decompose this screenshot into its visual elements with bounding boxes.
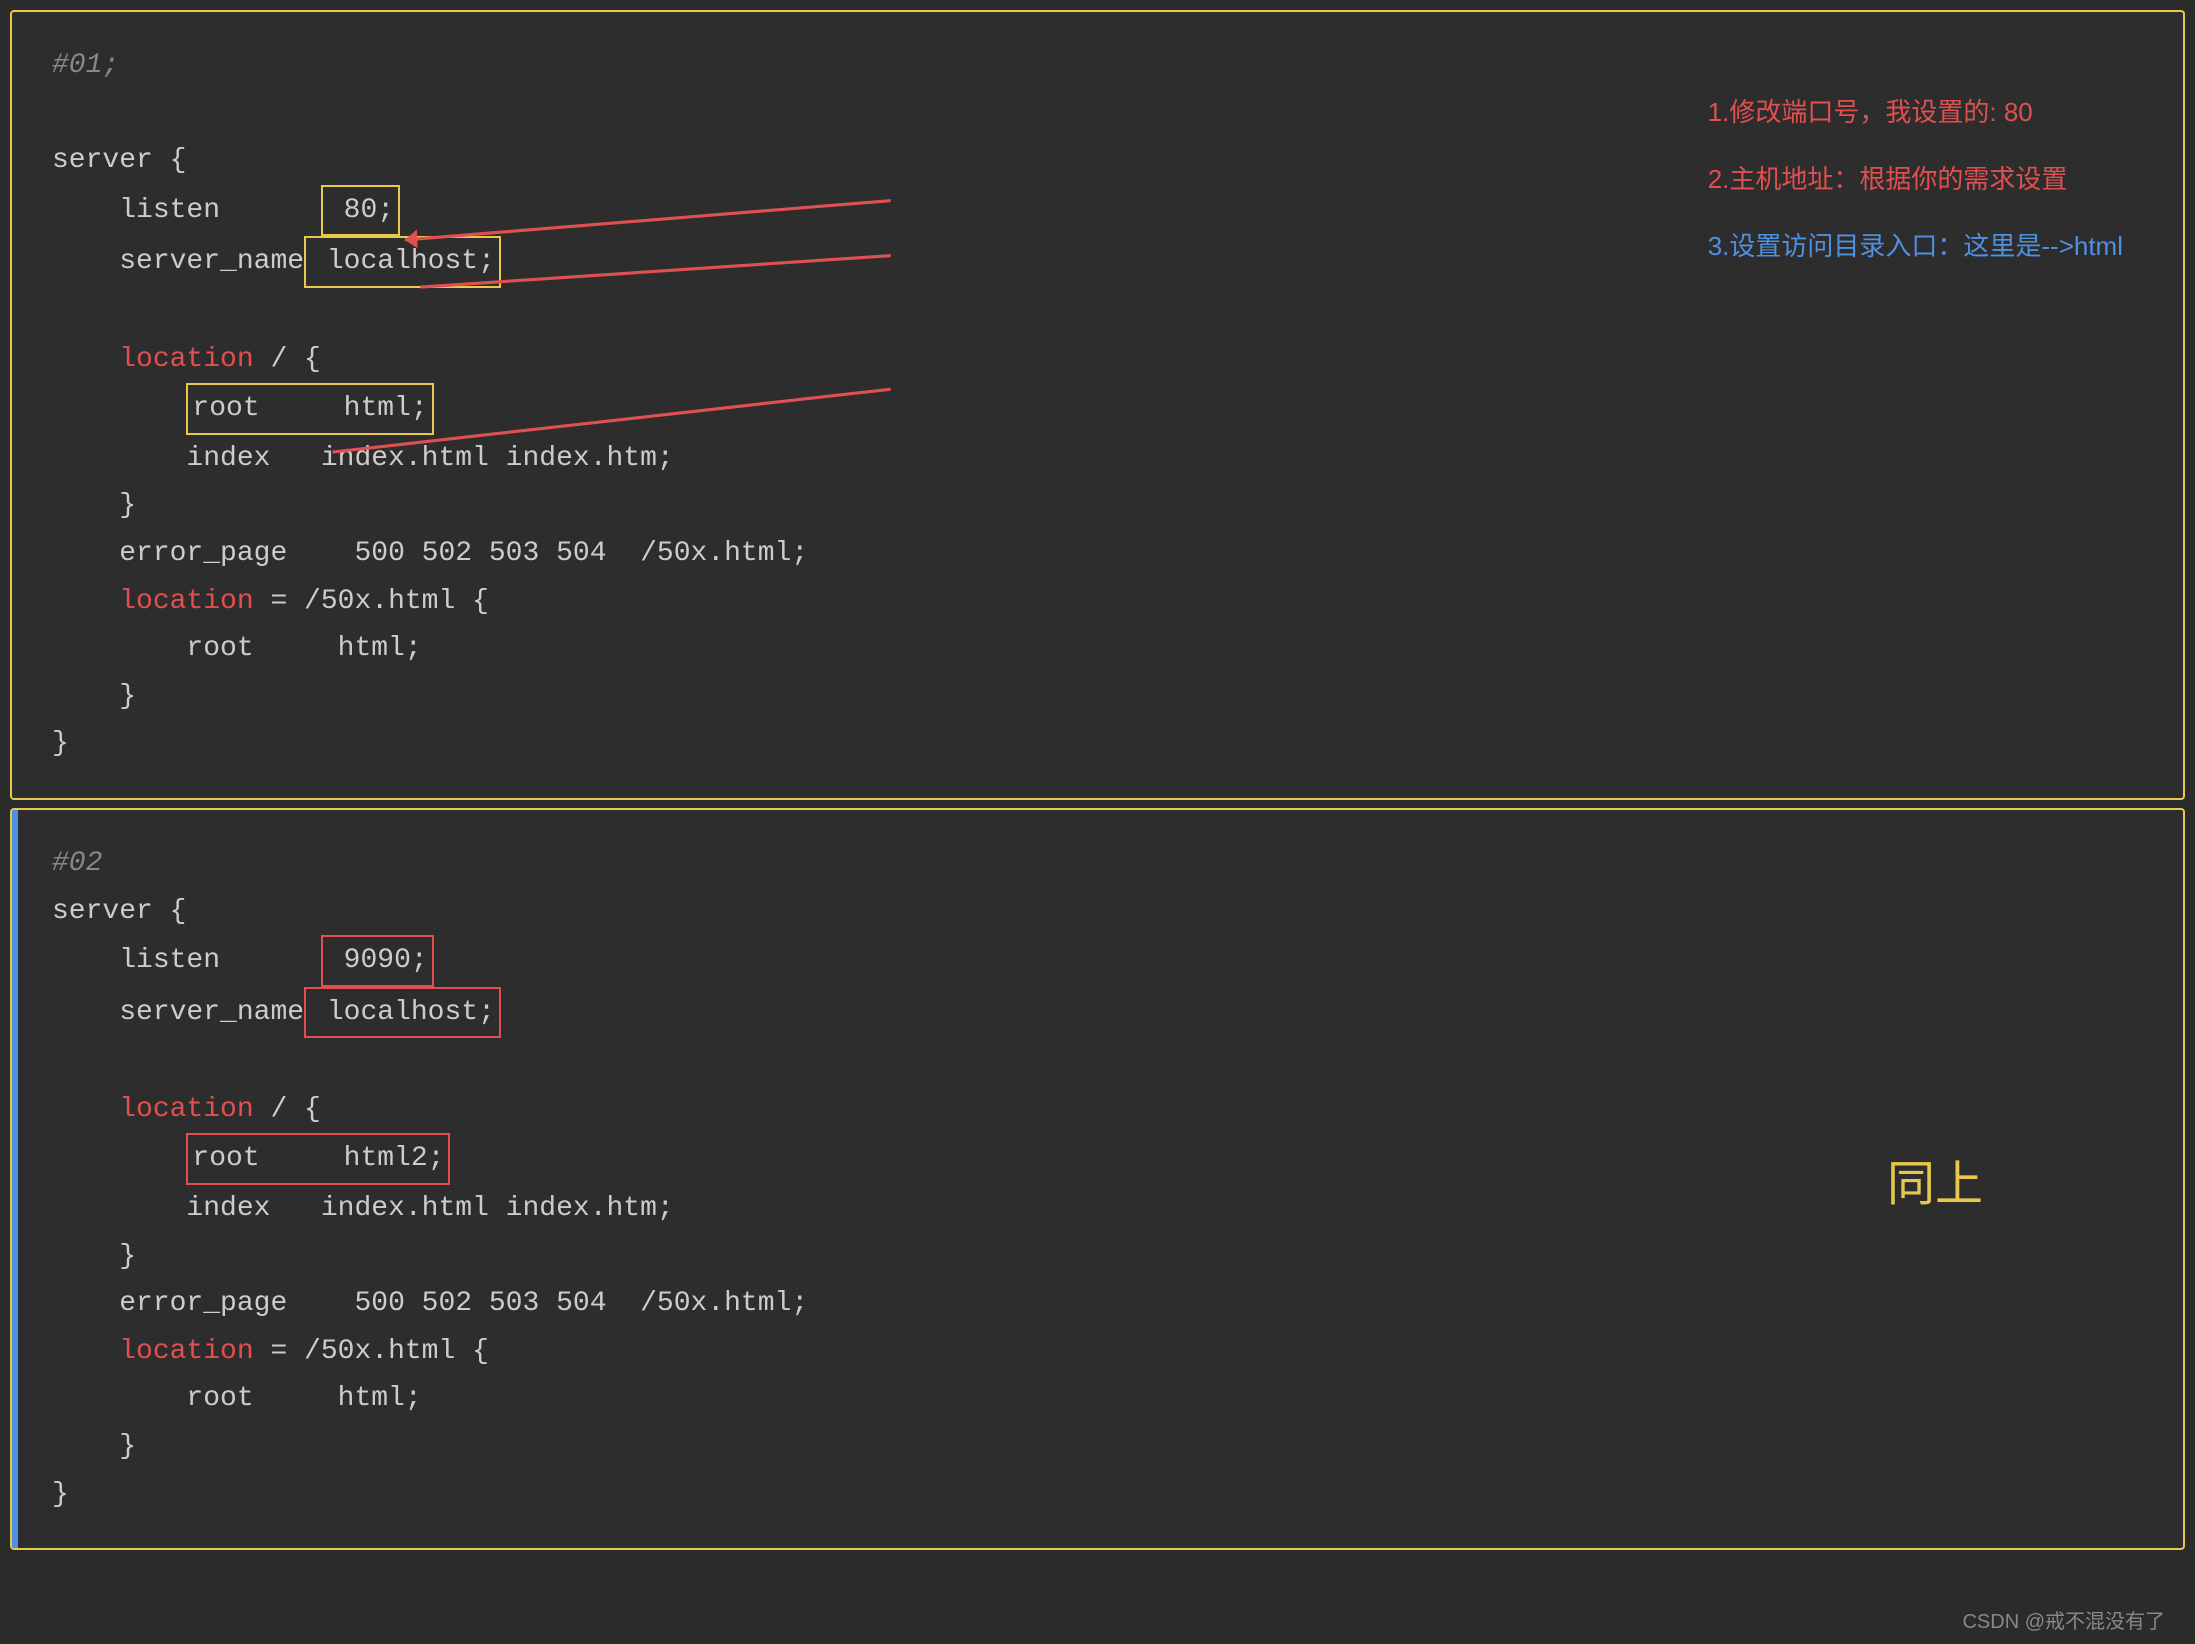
code-block-2: #02 server { listen 9090; server_name lo… <box>10 808 2185 1550</box>
root-dir-box-2: root html2; <box>186 1133 450 1185</box>
comment-1: #01; <box>52 50 119 81</box>
left-accent-bar <box>12 810 18 1548</box>
annotation-2: 2.主机地址：根据你的需求设置 <box>1708 159 2123 196</box>
code-block-1: #01; server { listen 80; server_name loc… <box>10 10 2185 800</box>
server-name-box-2: localhost; <box>304 987 501 1039</box>
annotation-1: 1.修改端口号，我设置的: 80 <box>1708 92 2123 129</box>
server-name-box: localhost; <box>304 236 501 288</box>
credit-label: CSDN @戒不混没有了 <box>1962 1605 2165 1634</box>
annotations-block1: 1.修改端口号，我设置的: 80 2.主机地址：根据你的需求设置 3.设置访问目… <box>1708 92 2123 293</box>
comment-2: #02 <box>52 848 102 879</box>
annotation-3: 3.设置访问目录入口：这里是-->html <box>1708 226 2123 263</box>
listen-port-box: 80; <box>321 185 400 237</box>
listen-port-box-2: 9090; <box>321 935 434 987</box>
root-dir-box: root html; <box>186 383 433 435</box>
main-container: #01; server { listen 80; server_name loc… <box>0 0 2195 1560</box>
same-as-above-label: 同上 <box>1887 1144 1983 1214</box>
code-content-2: #02 server { listen 9090; server_name lo… <box>52 840 2143 1518</box>
